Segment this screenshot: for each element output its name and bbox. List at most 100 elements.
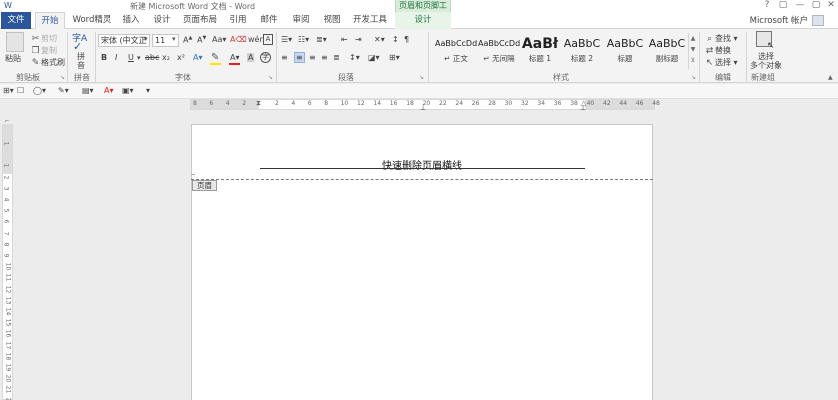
tab-stop-icon[interactable]: ⊥: [420, 104, 426, 112]
window-title: 新建 Microsoft Word 文档 - Word: [130, 2, 256, 11]
header-text[interactable]: 快速删除页眉横线: [191, 157, 653, 172]
pen-icon[interactable]: ✎▾: [58, 86, 69, 95]
style-heading2[interactable]: AaBbC 标题 2: [562, 33, 602, 67]
sort-icon[interactable]: ↕: [392, 35, 399, 44]
font-color-qat-icon[interactable]: A▾: [104, 86, 114, 95]
tab-mailings[interactable]: 邮件: [256, 12, 282, 29]
minimize-icon[interactable]: —: [793, 0, 807, 10]
tab-file[interactable]: 文件: [1, 12, 31, 29]
styles-launcher-icon[interactable]: ↘: [691, 74, 696, 81]
shape-icon[interactable]: ◯▾: [33, 86, 46, 95]
ruler-h-number: 32: [521, 100, 529, 107]
tab-selector-icon[interactable]: ⌐: [0, 118, 14, 125]
numbering-icon[interactable]: ☷▾: [298, 35, 309, 44]
underline-button[interactable]: U: [128, 53, 134, 62]
format-painter-button[interactable]: ✎ 格式刷: [30, 57, 65, 69]
tab-word-jingling[interactable]: Word精灵: [70, 12, 114, 29]
decrease-indent-icon[interactable]: ⇤: [341, 35, 348, 44]
align-center-icon[interactable]: ≡: [294, 52, 305, 63]
table-icon[interactable]: ⊞▾: [3, 86, 14, 95]
line-spacing-icon[interactable]: ↕▾: [349, 53, 360, 62]
paragraph-group-label: 段落: [338, 73, 354, 82]
word-logo-icon[interactable]: W: [4, 1, 12, 10]
account-name[interactable]: Microsoft 帐户: [750, 14, 808, 26]
font-name-combo[interactable]: 宋体 (中文正: [98, 34, 150, 47]
font-launcher-icon[interactable]: ↘: [268, 74, 273, 81]
distributed-icon[interactable]: ≣: [333, 53, 340, 62]
align-right-icon[interactable]: ≡: [309, 53, 316, 62]
tab-design[interactable]: 设计: [149, 12, 175, 29]
style-subtitle[interactable]: AaBbC 副标题: [647, 33, 687, 67]
close-icon[interactable]: ✕: [824, 0, 838, 10]
chevron-down-icon[interactable]: ▾: [172, 35, 176, 43]
superscript-button[interactable]: x²: [177, 53, 185, 62]
tab-header-footer-design[interactable]: 设计: [395, 12, 451, 29]
customize-qat-icon[interactable]: ▾: [146, 86, 150, 95]
chevron-down-icon[interactable]: ▾: [137, 54, 141, 62]
replace-button[interactable]: ⇄ 替换: [704, 45, 731, 57]
align-left-icon[interactable]: ≡: [281, 53, 288, 62]
paste-button[interactable]: 粘贴: [5, 53, 21, 64]
shrink-font-icon[interactable]: A▼: [197, 35, 206, 45]
multilevel-list-icon[interactable]: ≣▾: [316, 35, 327, 44]
font-color-icon[interactable]: A▾: [230, 53, 240, 62]
select-objects-line2[interactable]: 多个对象: [750, 60, 782, 71]
style-normal[interactable]: AaBbCcDd ↵ 正文: [435, 33, 477, 67]
shading-icon[interactable]: ◪▾: [368, 53, 380, 62]
show-marks-icon[interactable]: ¶: [404, 35, 409, 44]
style-no-spacing[interactable]: AaBbCcDd ↵ 无间隔: [478, 33, 520, 67]
change-case-icon[interactable]: Aa▾: [212, 35, 226, 44]
text-effects-icon[interactable]: A▾: [193, 53, 203, 62]
style-heading1[interactable]: AaBł 标题 1: [521, 33, 559, 67]
find-button[interactable]: ⌕ 查找 ▾: [704, 33, 738, 45]
borders-icon[interactable]: ⊞▾: [389, 53, 400, 62]
ruler-h-number: 30: [504, 100, 513, 107]
enclose-char-icon[interactable]: A: [263, 34, 273, 45]
enclose-circle-icon[interactable]: 字: [260, 52, 271, 63]
tab-insert[interactable]: 插入: [118, 12, 144, 29]
bullets-icon[interactable]: ☰▾: [281, 35, 292, 44]
help-icon[interactable]: ?: [760, 0, 774, 10]
copy-button[interactable]: ❐复制: [30, 45, 57, 57]
justify-icon[interactable]: ≡: [321, 53, 328, 62]
chevron-down-icon[interactable]: ▾: [144, 35, 148, 43]
asian-layout-icon[interactable]: ✕▾: [374, 35, 385, 44]
find-icon: ⌕: [706, 34, 713, 44]
indent-marker-icon[interactable]: ⧗: [256, 99, 261, 108]
maximize-icon[interactable]: ▢: [809, 0, 823, 10]
cut-button[interactable]: ✂ 剪切: [30, 33, 57, 45]
document-icon[interactable]: ▤▾: [82, 86, 94, 95]
style-title[interactable]: AaBbC 标题: [604, 33, 646, 67]
tab-references[interactable]: 引用: [225, 12, 251, 29]
bold-button[interactable]: B: [101, 53, 107, 62]
tab-home[interactable]: 开始: [35, 12, 65, 29]
ribbon-display-icon[interactable]: ▢: [776, 0, 790, 10]
collapse-ribbon-icon[interactable]: ▲: [828, 74, 833, 81]
char-shading-icon[interactable]: A: [247, 53, 255, 62]
clear-format-icon[interactable]: A⌫: [230, 35, 247, 44]
paragraph-launcher-icon[interactable]: ↘: [419, 74, 424, 81]
tab-page-layout[interactable]: 页面布局: [180, 12, 220, 29]
italic-button[interactable]: I: [115, 53, 117, 62]
header-border-line[interactable]: [260, 168, 585, 169]
border-qat-icon[interactable]: ▣▾: [122, 86, 134, 95]
highlight-pen-icon[interactable]: ✎: [211, 52, 219, 63]
columns-icon[interactable]: ☐: [17, 86, 24, 95]
clipboard-icon[interactable]: [6, 32, 24, 52]
tab-developer[interactable]: 开发工具: [350, 12, 390, 29]
ruler-v-number: 16: [4, 330, 12, 338]
avatar[interactable]: [812, 15, 824, 26]
strikethrough-button[interactable]: abc: [145, 53, 159, 62]
ruler-h-number: 14: [373, 100, 382, 107]
select-button[interactable]: ↖ 选择 ▾: [704, 57, 738, 69]
styles-scroll[interactable]: ▲ ▼ ⊻: [688, 33, 697, 69]
tab-view[interactable]: 视图: [319, 12, 345, 29]
pinyin-button-line2[interactable]: 音: [77, 60, 85, 71]
clipboard-launcher-icon[interactable]: ↘: [60, 74, 65, 81]
ruler-v-number: 21: [4, 386, 12, 394]
subscript-button[interactable]: x₂: [162, 53, 170, 62]
increase-indent-icon[interactable]: ⇥: [355, 35, 362, 44]
tab-review[interactable]: 审阅: [288, 12, 314, 29]
grow-font-icon[interactable]: A▲: [183, 35, 192, 45]
right-indent-icon[interactable]: △: [581, 99, 586, 107]
